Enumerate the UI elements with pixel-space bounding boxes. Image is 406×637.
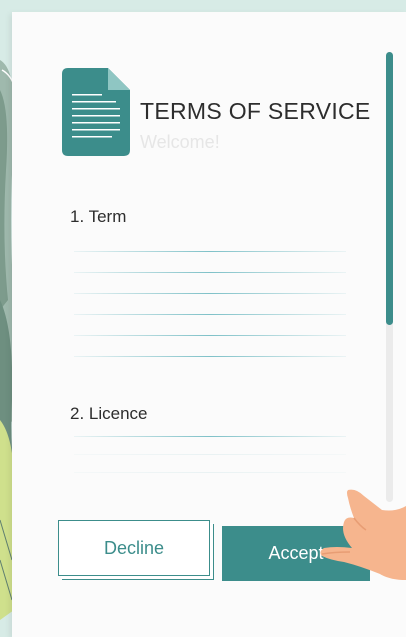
text-line	[74, 251, 346, 252]
text-line	[74, 454, 346, 455]
welcome-subtitle: Welcome!	[140, 132, 220, 152]
scrollbar[interactable]	[386, 52, 393, 502]
document-icon	[62, 68, 130, 156]
page-title: TERMS OF SERVICE	[140, 98, 371, 124]
text-line	[74, 356, 346, 357]
text-line	[74, 436, 346, 437]
decline-button[interactable]: Decline	[58, 520, 210, 576]
text-line	[74, 272, 346, 273]
pointing-hand-icon	[320, 489, 406, 580]
text-line	[74, 472, 346, 473]
scrollbar-thumb[interactable]	[386, 52, 393, 325]
text-line	[74, 335, 346, 336]
text-line	[74, 314, 346, 315]
text-line	[74, 293, 346, 294]
section-heading-term: 1. Term	[70, 207, 127, 226]
section-heading-licence: 2. Licence	[70, 404, 148, 423]
